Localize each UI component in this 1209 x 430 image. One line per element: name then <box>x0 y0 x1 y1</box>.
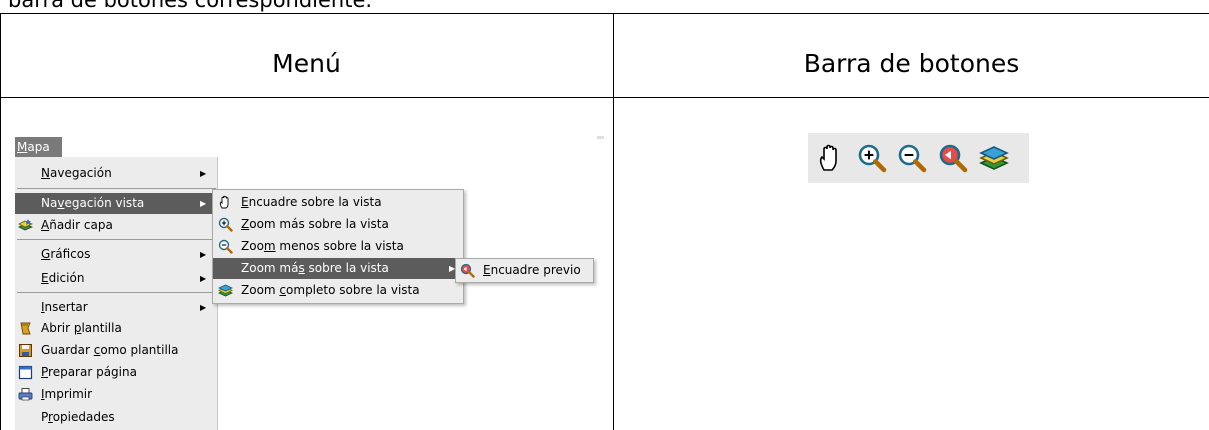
submenu-item-zoom-mas-sobre-vista[interactable]: Zoom más sobre la vista ▶ <box>213 258 463 279</box>
zoom-previous-icon <box>460 263 475 278</box>
menu-item-insertar[interactable]: Insertar ▶ <box>15 297 218 318</box>
zoom-in-icon[interactable] <box>857 143 887 173</box>
intro-text: barra de botones correspondiente. <box>8 0 373 12</box>
submenu-item-encuadre-previo[interactable]: Encuadre previo <box>456 260 593 281</box>
submenu-item-zoom-completo[interactable]: Zoom completo sobre la vista <box>213 280 463 301</box>
menu-item-label: Propiedades <box>41 410 115 424</box>
add-layer-icon <box>18 219 33 231</box>
menu-item-propiedades[interactable]: Propiedades <box>15 407 218 428</box>
navigation-toolbar <box>808 133 1029 183</box>
zoom-full-icon <box>218 284 233 297</box>
menu-item-label: Añadir capa <box>41 218 113 232</box>
menu-item-label: Gráficos <box>41 247 91 261</box>
menu-item-guardar-como-plantilla[interactable]: Guardar como plantilla <box>15 340 218 361</box>
submenu-item-encuadre-vista[interactable]: Encuadre sobre la vista <box>213 192 463 213</box>
menu-item-edicion[interactable]: Edición ▶ <box>15 268 218 289</box>
menu-item-label: Abrir plantilla <box>41 321 122 335</box>
pan-hand-icon[interactable] <box>816 143 846 173</box>
menu-item-label: Zoom más sobre la vista <box>241 261 389 275</box>
column-header-toolbar: Barra de botones <box>614 13 1209 97</box>
menu-item-label: Zoom completo sobre la vista <box>241 283 420 297</box>
menu-item-label: Insertar <box>41 300 88 314</box>
menu-item-label: Navegación vista <box>41 196 145 210</box>
menu-item-label: Preparar página <box>41 365 137 379</box>
menu-item-abrir-plantilla[interactable]: Abrir plantilla <box>15 318 218 339</box>
open-template-icon <box>20 322 31 335</box>
menu-item-navegacion-vista[interactable]: Navegación vista ▶ <box>15 193 218 214</box>
menu-item-label: Navegación <box>41 166 112 180</box>
column-header-toolbar-text: Barra de botones <box>803 48 1020 78</box>
menu-item-navegacion[interactable]: Navegación ▶ <box>15 163 218 184</box>
menu-item-label: Guardar como plantilla <box>41 343 179 357</box>
menu-item-anadir-capa[interactable]: Añadir capa <box>15 215 218 236</box>
menu-item-graficos[interactable]: Gráficos ▶ <box>15 244 218 265</box>
menu-item-label: Imprimir <box>41 387 93 401</box>
table-header-divider <box>0 97 1209 98</box>
menu-item-label: Encuadre sobre la vista <box>241 195 382 209</box>
submenu-arrow-icon: ▶ <box>200 274 207 283</box>
resize-grip <box>597 136 604 139</box>
menu-bar-mapa[interactable]: Mapa <box>15 137 62 157</box>
submenu-arrow-icon: ▶ <box>200 199 207 208</box>
page-setup-icon <box>18 365 33 380</box>
menu-item-label: Edición <box>41 271 85 285</box>
menu-item-label: Zoom más sobre la vista <box>241 217 389 231</box>
column-header-menu-text: Menú <box>272 48 341 78</box>
submenu-item-zoom-menos[interactable]: Zoom menos sobre la vista <box>213 236 463 257</box>
submenu-item-zoom-mas[interactable]: Zoom más sobre la vista <box>213 214 463 235</box>
column-header-menu: Menú <box>0 13 613 97</box>
zoom-out-icon[interactable] <box>897 143 927 173</box>
zoom-full-icon[interactable] <box>979 143 1009 173</box>
pan-hand-icon <box>219 195 229 209</box>
zoom-previous-icon[interactable] <box>938 143 968 173</box>
submenu-arrow-icon: ▶ <box>200 303 207 312</box>
menu-item-label: Encuadre previo <box>483 263 581 277</box>
menu-item-label: Zoom menos sobre la vista <box>241 239 404 253</box>
menu-bar-label-rest: apa <box>27 140 50 154</box>
zoom-in-icon <box>218 217 233 232</box>
menu-item-preparar-pagina[interactable]: Preparar página <box>15 362 218 383</box>
menu-separator <box>17 239 216 240</box>
zoom-out-icon <box>218 239 233 254</box>
print-icon <box>18 388 33 401</box>
submenu-arrow-icon: ▶ <box>200 169 207 178</box>
zoom-submenu: Encuadre previo <box>455 258 594 283</box>
menu-bar-mnemonic: M <box>17 140 28 154</box>
menu-separator <box>17 292 216 293</box>
menu-separator <box>17 188 216 189</box>
main-menu: Navegación ▶ Navegación vista ▶ Añadir c… <box>15 157 218 430</box>
save-template-icon <box>19 344 32 357</box>
view-navigation-submenu: Encuadre sobre la vista Zoom más sobre l… <box>212 189 464 304</box>
menu-item-imprimir[interactable]: Imprimir <box>15 384 218 405</box>
submenu-arrow-icon: ▶ <box>200 250 207 259</box>
